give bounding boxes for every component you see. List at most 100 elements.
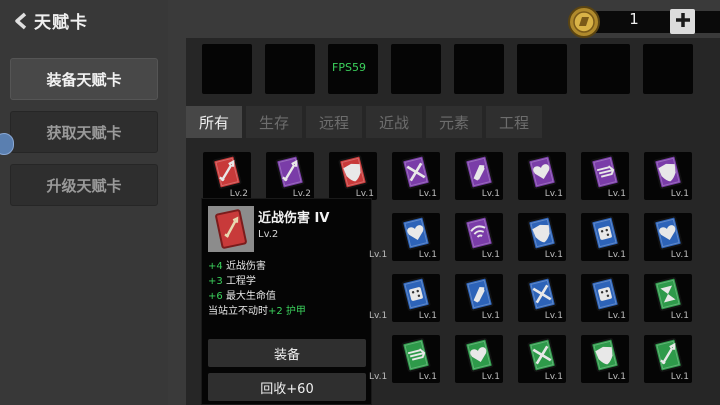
talent-card[interactable]: Lv.1 (518, 335, 566, 383)
recycle-button[interactable]: 回收+60 (208, 373, 366, 401)
speed-icon (401, 337, 431, 373)
card-level-label: Lv.1 (607, 311, 626, 321)
equip-slot[interactable] (202, 44, 252, 94)
talent-card[interactable]: Lv.1 (455, 152, 503, 200)
card-level-label: Lv.1 (544, 311, 563, 321)
sword-icon (212, 154, 242, 190)
heart-icon (401, 215, 431, 251)
talent-card[interactable]: Lv.1 (581, 335, 629, 383)
talent-card[interactable]: Lv.1 (518, 152, 566, 200)
talent-card[interactable]: Lv.2 (266, 152, 314, 200)
cross-icon (527, 276, 557, 312)
equip-slot[interactable] (391, 44, 441, 94)
shield-icon (590, 337, 620, 373)
equip-slot[interactable] (265, 44, 315, 94)
add-coins-button[interactable] (670, 9, 695, 34)
wifi-icon (464, 215, 494, 251)
card-name: 近战伤害 IV (258, 211, 330, 226)
heart-icon (464, 337, 494, 373)
page-title: 天赋卡 (34, 13, 88, 33)
sidebar-item-upgrade[interactable]: 升级天赋卡 (10, 164, 158, 206)
card-level-label: Lv.1 (544, 189, 563, 199)
talent-card[interactable]: Lv.1 (581, 213, 629, 261)
heart-icon (653, 215, 683, 251)
equip-slot[interactable] (643, 44, 693, 94)
talent-card[interactable]: Lv.1 (644, 152, 692, 200)
dice-icon (590, 276, 620, 312)
talent-card[interactable]: Lv.1 (581, 274, 629, 322)
fps-counter: FPS59 (332, 61, 366, 74)
card-level-label: Lv.1 (670, 250, 689, 260)
card-level-label: Lv.1 (418, 189, 437, 199)
tab-filter[interactable]: 生存 (246, 106, 302, 138)
card-level-label: Lv.1 (369, 311, 388, 321)
sidebar-item-equip[interactable]: 装备天赋卡 (10, 58, 158, 100)
card-stats: +4 近战伤害 +3 工程学 +6 最大生命值 当站立不动时+2 护甲 (208, 259, 306, 319)
card-level-label: Lv.1 (607, 189, 626, 199)
card-level-label: Lv.1 (670, 372, 689, 382)
tab-filter[interactable]: 工程 (486, 106, 542, 138)
card-detail-popup: 近战伤害 IV Lv.2 +4 近战伤害 +3 工程学 +6 最大生命值 当站立… (201, 198, 372, 405)
coin-count: 1 (629, 10, 639, 28)
hourglass-icon (653, 276, 683, 312)
tab-filter[interactable]: 远程 (306, 106, 362, 138)
sidebar: 天赋卡 装备天赋卡 获取天赋卡 升级天赋卡 (0, 0, 168, 405)
sword-icon (653, 337, 683, 373)
bullet-icon (464, 154, 494, 190)
card-level-label: Lv.1 (607, 250, 626, 260)
equip-slot[interactable] (454, 44, 504, 94)
talent-card[interactable]: Lv.1 (392, 213, 440, 261)
bullet-icon (464, 276, 494, 312)
cross-icon (401, 154, 431, 190)
equip-slot[interactable] (517, 44, 567, 94)
card-level-label: Lv.1 (481, 189, 500, 199)
dice-icon (401, 276, 431, 312)
card-level-label: Lv.1 (418, 311, 437, 321)
chevron-left-icon (14, 12, 28, 30)
card-level: Lv.2 (258, 229, 279, 240)
stat-line: +3 工程学 (208, 276, 256, 287)
equip-slot[interactable] (580, 44, 630, 94)
shield-icon (653, 154, 683, 190)
tab-filter[interactable]: 元素 (426, 106, 482, 138)
talent-card[interactable]: Lv.1 (581, 152, 629, 200)
sidebar-item-obtain[interactable]: 获取天赋卡 (10, 111, 158, 153)
talent-card[interactable]: Lv.1 (392, 274, 440, 322)
heart-icon (527, 154, 557, 190)
equip-button[interactable]: 装备 (208, 339, 366, 367)
card-level-label: Lv.1 (369, 250, 388, 260)
sword-icon (275, 154, 305, 190)
talent-card[interactable]: Lv.1 (392, 335, 440, 383)
card-thumbnail (208, 206, 254, 252)
card-level-label: Lv.1 (544, 372, 563, 382)
talent-card[interactable]: Lv.1 (455, 274, 503, 322)
tab-filter[interactable]: 所有 (186, 106, 242, 138)
card-level-label: Lv.1 (418, 250, 437, 260)
talent-card[interactable]: Lv.1 (644, 274, 692, 322)
talent-card[interactable]: Lv.1 (644, 213, 692, 261)
card-level-label: Lv.1 (481, 250, 500, 260)
plus-icon (675, 12, 691, 32)
card-level-label: Lv.1 (544, 250, 563, 260)
talent-card[interactable]: Lv.2 (203, 152, 251, 200)
card-level-label: Lv.1 (481, 372, 500, 382)
talent-card[interactable]: Lv.1 (518, 274, 566, 322)
card-level-label: Lv.1 (481, 311, 500, 321)
talent-card[interactable]: Lv.1 (644, 335, 692, 383)
stat-line: +6 最大生命值 (208, 291, 276, 302)
card-level-label: Lv.1 (670, 311, 689, 321)
talent-card[interactable]: Lv.1 (329, 152, 377, 200)
talent-card[interactable]: Lv.1 (455, 213, 503, 261)
card-level-label: Lv.1 (607, 372, 626, 382)
condition-line: 当站立不动时+2 护甲 (208, 306, 306, 317)
card-level-label: Lv.1 (418, 372, 437, 382)
talent-card[interactable]: Lv.1 (392, 152, 440, 200)
stat-line: +4 近战伤害 (208, 261, 266, 272)
cross-icon (527, 337, 557, 373)
speed-icon (590, 154, 620, 190)
talent-card[interactable]: Lv.1 (455, 335, 503, 383)
tab-filter[interactable]: 近战 (366, 106, 422, 138)
talent-card[interactable]: Lv.1 (518, 213, 566, 261)
back-button[interactable]: 天赋卡 (14, 8, 88, 33)
card-level-label: Lv.1 (369, 372, 388, 382)
